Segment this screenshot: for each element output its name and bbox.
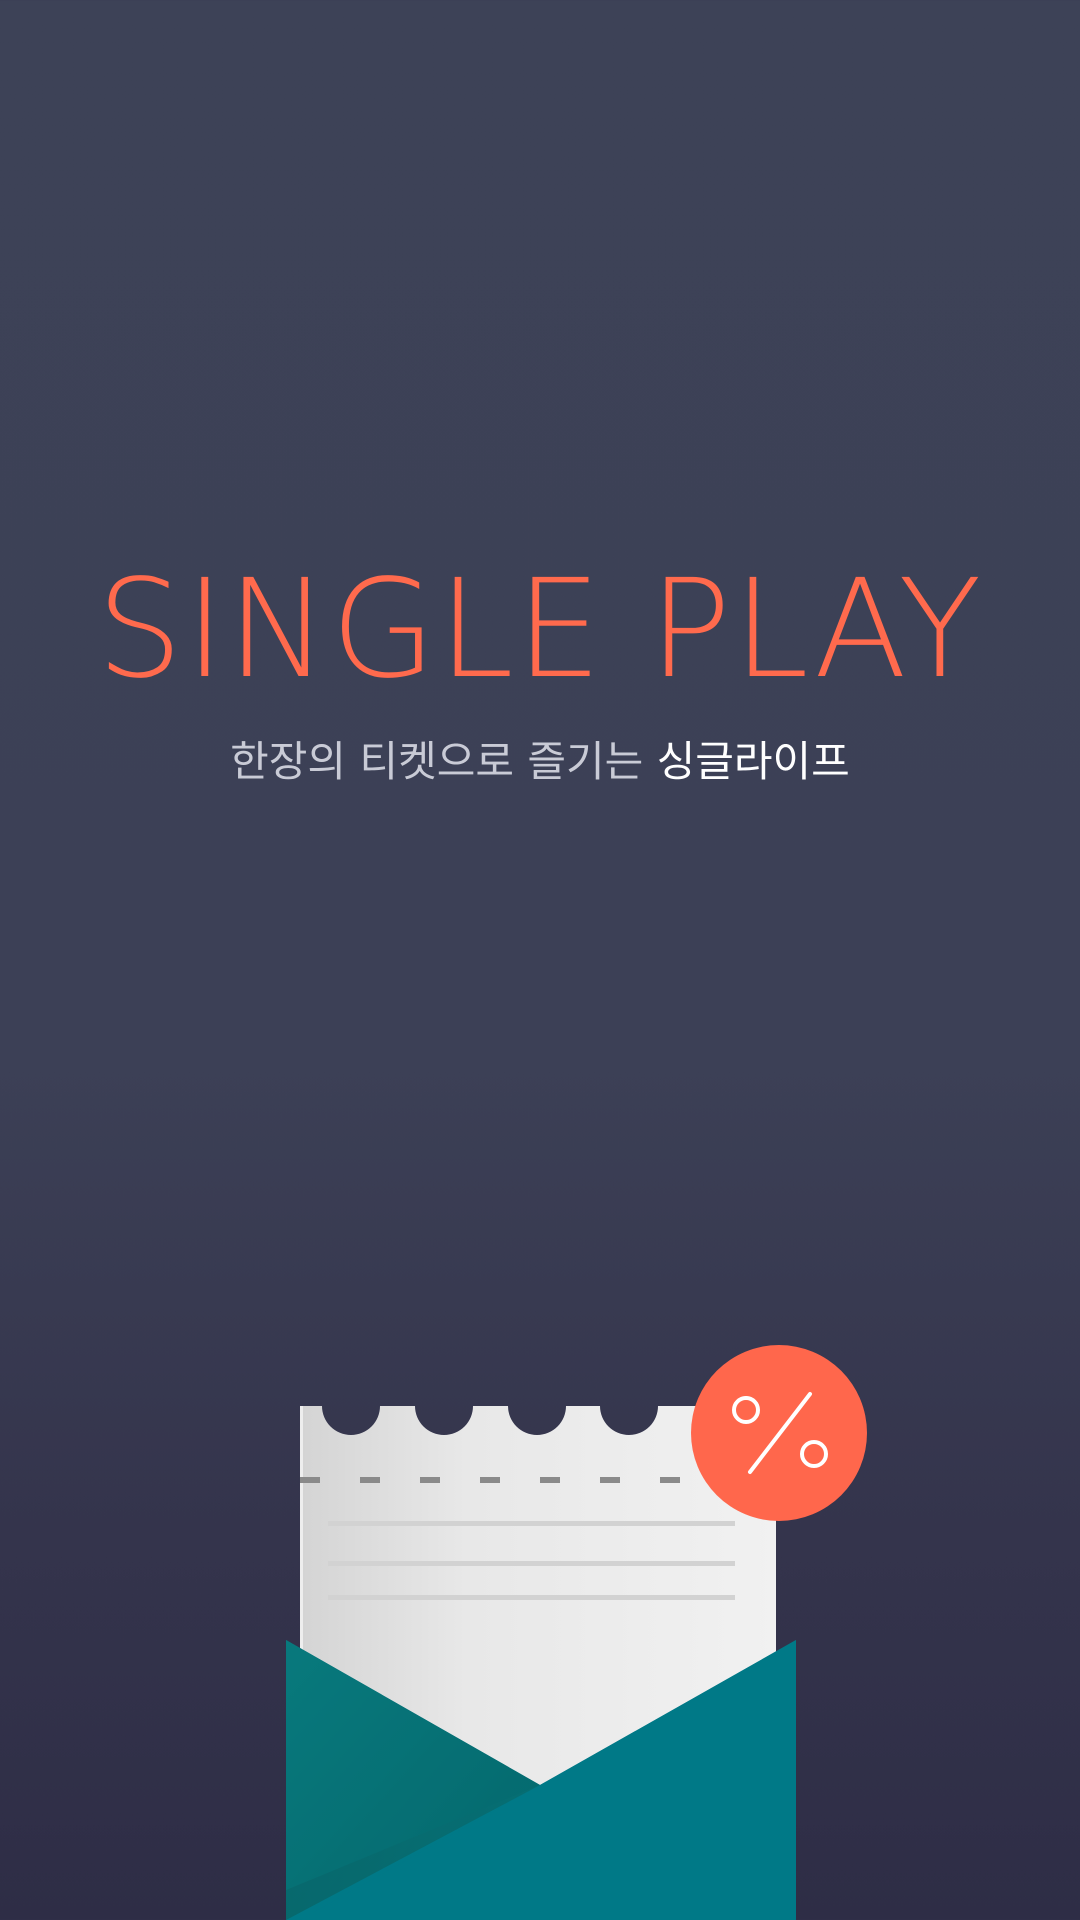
ticket-envelope-illustration <box>0 1330 1080 1920</box>
app-title: SINGLE PLAY <box>96 551 984 709</box>
splash-hero: SINGLE PLAY 한장의 티켓으로 즐기는 싱글라이프 <box>0 560 1080 790</box>
tagline-emphasis: 싱글라이프 <box>656 737 850 786</box>
ticket-envelope-svg <box>286 1345 867 1920</box>
discount-badge-icon <box>691 1345 867 1521</box>
tagline-prefix: 한장의 티켓으로 즐기는 <box>230 737 644 786</box>
app-tagline: 한장의 티켓으로 즐기는 싱글라이프 <box>0 734 1080 790</box>
